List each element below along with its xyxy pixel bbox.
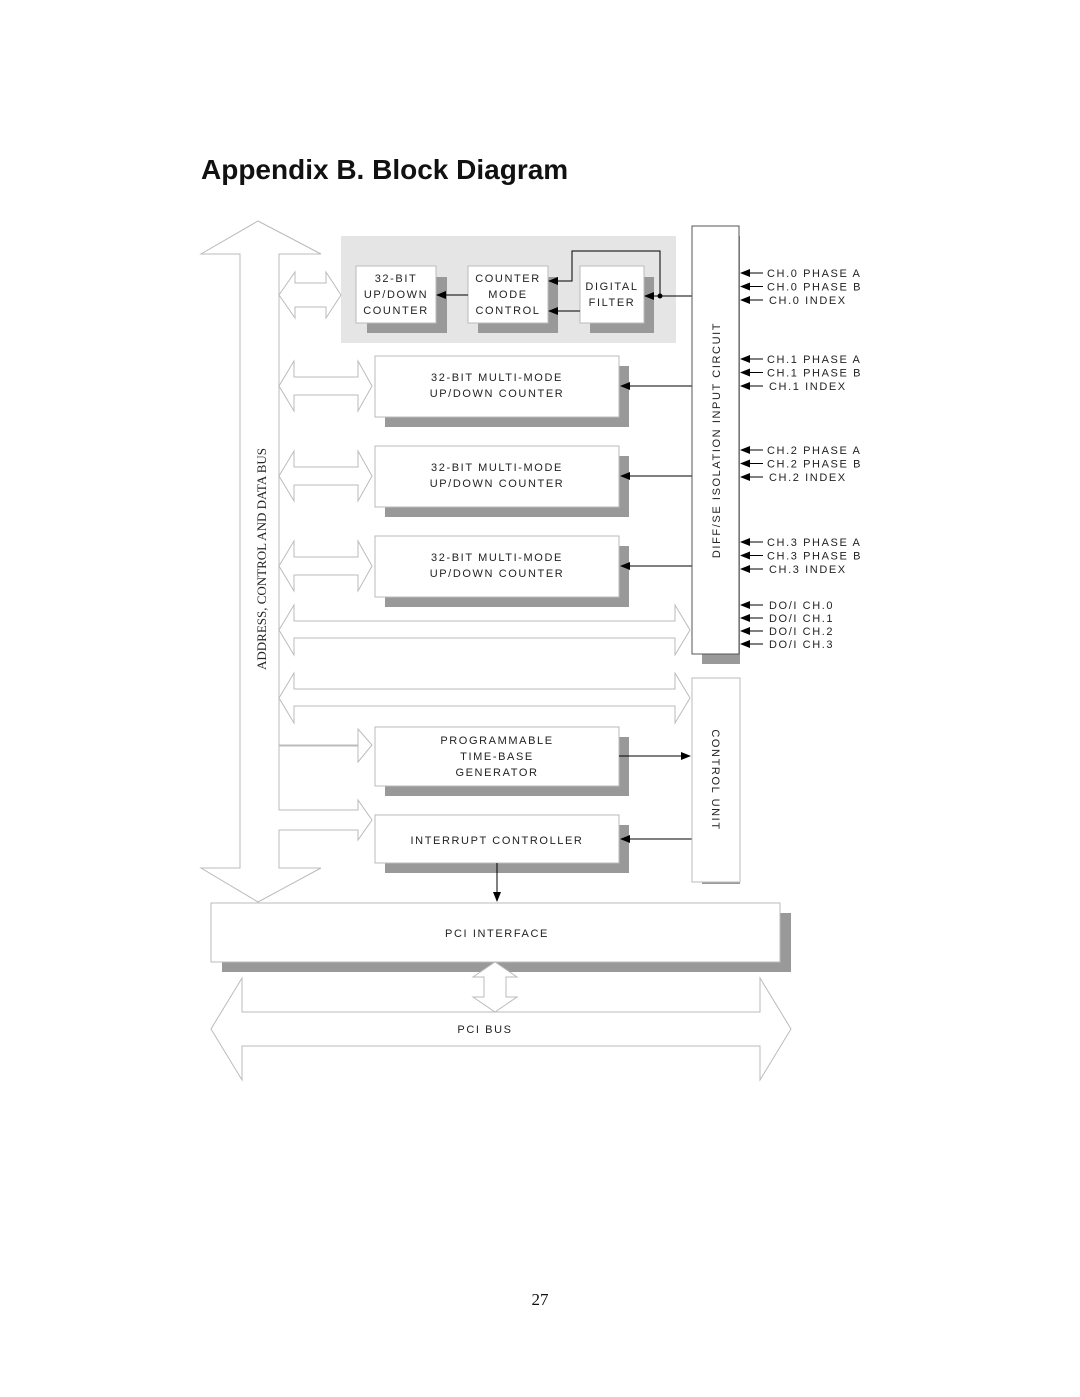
input-signal-label: CH.0 INDEX xyxy=(769,295,847,307)
multi-mode-counter-block xyxy=(374,355,620,418)
input-signal-label: DO/I CH.0 xyxy=(769,600,834,612)
mode-control-label: CONTROL xyxy=(476,305,541,317)
input-signal-label: DO/I CH.2 xyxy=(769,626,834,638)
up-down-counter-label: 32-BIT xyxy=(375,273,418,285)
input-signal-label: DO/I CH.3 xyxy=(769,639,834,651)
input-signal-label: CH.3 PHASE A xyxy=(767,537,861,549)
pci-bus-label: PCI BUS xyxy=(457,1024,512,1036)
input-signal-label: DO/I CH.1 xyxy=(769,613,834,625)
multi-mode-counter-label: UP/DOWN COUNTER xyxy=(430,568,565,580)
multi-mode-counter-label: UP/DOWN COUNTER xyxy=(430,478,565,490)
time-base-label: GENERATOR xyxy=(455,767,538,779)
input-signal-label: CH.1 PHASE A xyxy=(767,354,861,366)
digital-filter-label: FILTER xyxy=(589,297,636,309)
mode-control-label: COUNTER xyxy=(475,273,541,285)
input-signal-label: CH.2 PHASE B xyxy=(767,459,862,471)
multi-mode-counter-label: 32-BIT MULTI-MODE xyxy=(431,462,563,474)
bidir-arrow-counter xyxy=(278,539,373,593)
input-signal-label: CH.3 INDEX xyxy=(769,564,847,576)
input-signal-label: CH.0 PHASE B xyxy=(767,282,862,294)
multi-mode-counter-block xyxy=(374,535,620,598)
input-signal-label: CH.3 PHASE B xyxy=(767,551,862,563)
multi-mode-counter-label: UP/DOWN COUNTER xyxy=(430,388,565,400)
isolation-circuit-label: DIFF/SE ISOLATION INPUT CIRCUIT xyxy=(711,322,723,558)
time-base-label: PROGRAMMABLE xyxy=(440,735,553,747)
multi-mode-counter-label: 32-BIT MULTI-MODE xyxy=(431,552,563,564)
bidir-arrow-counter0 xyxy=(278,270,342,320)
multi-mode-counter-block xyxy=(374,445,620,508)
control-unit-label: CONTROL UNIT xyxy=(709,729,721,830)
bidir-arrow-counter xyxy=(278,449,373,503)
page-number: 27 xyxy=(531,1290,549,1309)
input-signal-label: CH.2 INDEX xyxy=(769,472,847,484)
input-signal-label: CH.2 PHASE A xyxy=(767,445,861,457)
block-diagram: ADDRESS, CONTROL AND DATA BUS 32-BIT UP/… xyxy=(199,220,862,1082)
up-down-counter-label: UP/DOWN xyxy=(364,289,428,301)
interrupt-controller-label: INTERRUPT CONTROLLER xyxy=(411,835,584,847)
input-signal-label: CH.0 PHASE A xyxy=(767,268,861,280)
pci-interface-label: PCI INTERFACE xyxy=(445,928,549,940)
mode-control-label: MODE xyxy=(488,289,527,301)
input-signal-label: CH.1 PHASE B xyxy=(767,368,862,380)
bidir-arrow-long-1 xyxy=(278,603,691,657)
bidir-arrow-counter xyxy=(278,359,373,413)
bidir-arrow-long-2 xyxy=(278,671,691,725)
junction-dot xyxy=(657,293,663,299)
time-base-label: TIME-BASE xyxy=(460,751,534,763)
multi-mode-counter-label: 32-BIT MULTI-MODE xyxy=(431,372,563,384)
up-down-counter-label: COUNTER xyxy=(363,305,429,317)
digital-filter-block xyxy=(579,265,645,324)
digital-filter-label: DIGITAL xyxy=(585,281,638,293)
input-signal-label: CH.1 INDEX xyxy=(769,381,847,393)
bus-label: ADDRESS, CONTROL AND DATA BUS xyxy=(254,448,269,670)
